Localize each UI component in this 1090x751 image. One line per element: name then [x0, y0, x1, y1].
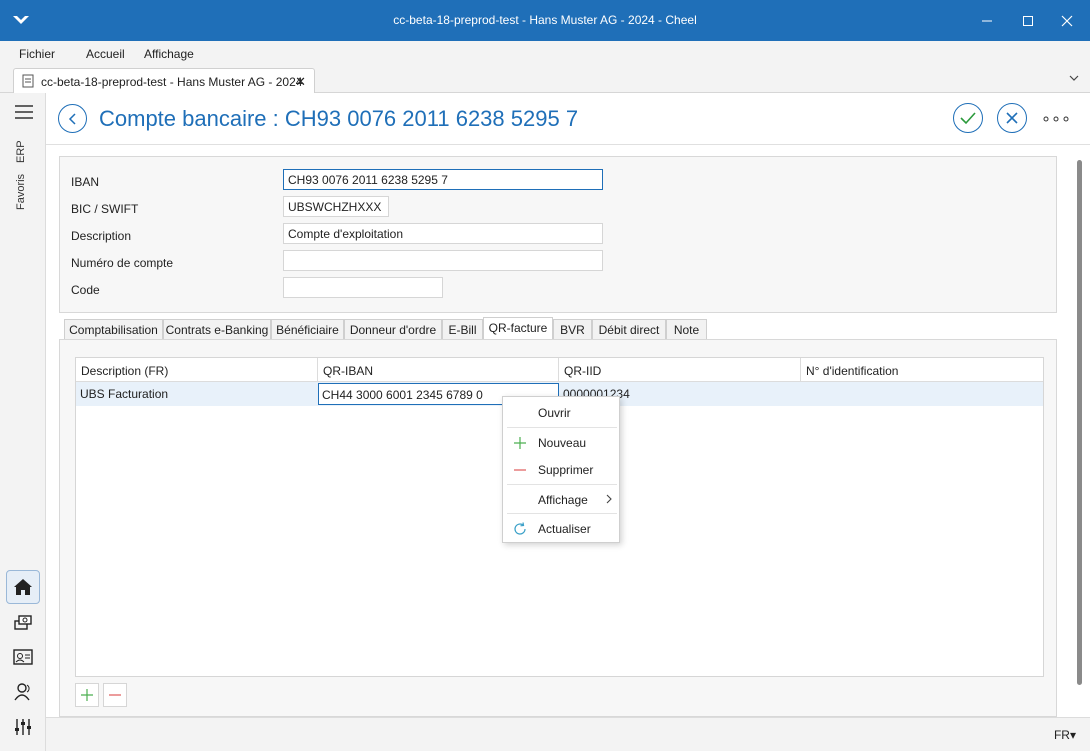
minus-icon [514, 469, 526, 471]
contact-card-icon [13, 649, 33, 665]
left-rail: ERP Favoris [0, 93, 46, 751]
menu-item-label: Supprimer [538, 463, 594, 477]
bic-swift-field[interactable]: UBSWCHZHXXX [283, 196, 389, 217]
bank-account-form: IBAN CH93 0076 2011 6238 5295 7 BIC / SW… [59, 156, 1057, 313]
grid-header: Description (FR) QR-IBAN QR-IID N° d'ide… [76, 358, 1043, 382]
money-icon [14, 615, 32, 630]
menu-item-label: Actualiser [538, 522, 591, 536]
tab-donneur-d-ordre[interactable]: Donneur d'ordre [344, 319, 442, 340]
column-header[interactable]: N° d'identification [801, 358, 1043, 382]
menu-fichier[interactable]: Fichier [19, 47, 55, 61]
menu-item-actualiser[interactable]: Actualiser [503, 514, 619, 542]
add-row-button[interactable] [75, 683, 99, 707]
description-field[interactable]: Compte d'exploitation [283, 223, 603, 244]
refresh-icon [514, 522, 526, 535]
home-icon [14, 579, 32, 595]
table-cell[interactable] [801, 382, 1043, 406]
close-icon [1061, 15, 1073, 26]
column-header[interactable]: Description (FR) [76, 358, 318, 382]
minus-icon [109, 694, 121, 696]
title-bar: cc-beta-18-preprod-test - Hans Muster AG… [0, 0, 1090, 41]
column-header[interactable]: QR-IBAN [318, 358, 559, 382]
description-label: Description [71, 229, 132, 243]
finance-button[interactable] [6, 605, 40, 639]
status-bar: FR▾ [46, 717, 1090, 751]
chevron-down-icon[interactable] [1068, 72, 1080, 84]
tab-comptabilisation[interactable]: Comptabilisation [64, 319, 163, 340]
table-cell[interactable]: UBS Facturation [76, 382, 318, 406]
window-title: cc-beta-18-preprod-test - Hans Muster AG… [393, 13, 697, 27]
tab-bvr[interactable]: BVR [553, 319, 592, 340]
menu-item-nouveau[interactable]: Nouveau [503, 428, 619, 456]
tab-note[interactable]: Note [666, 319, 707, 340]
users-icon [14, 683, 30, 701]
plus-icon [81, 689, 93, 701]
account-number-label: Numéro de compte [71, 256, 174, 270]
tab-qr-facture[interactable]: QR-facture [483, 317, 553, 341]
document-tab[interactable]: cc-beta-18-preprod-test - Hans Muster AG… [13, 68, 315, 93]
language-label: FR [1053, 728, 1070, 742]
settings-sliders-icon [15, 719, 31, 735]
page-title: Compte bancaire : CH93 0076 2011 6238 52… [99, 106, 579, 131]
home-button[interactable] [6, 570, 40, 604]
hamburger-menu-icon[interactable] [15, 105, 33, 119]
iban-field[interactable]: CH93 0076 2011 6238 5295 7 [283, 169, 603, 190]
more-options-icon[interactable] [1042, 115, 1070, 123]
menu-affichage[interactable]: Affichage [144, 47, 194, 61]
tab-e-bill[interactable]: E-Bill [442, 319, 483, 340]
minimize-button[interactable] [964, 0, 1010, 41]
rail-label-favoris[interactable]: Favoris [15, 174, 27, 210]
document-tab-label: cc-beta-18-preprod-test - Hans Muster AG… [41, 75, 303, 89]
maximize-icon [1023, 15, 1033, 26]
users-button[interactable] [6, 675, 40, 709]
page-header: Compte bancaire : CH93 0076 2011 6238 52… [46, 93, 1090, 145]
code-field[interactable] [283, 277, 443, 298]
settings-button[interactable] [6, 710, 40, 744]
tab-contrats-e-banking[interactable]: Contrats e-Banking [163, 319, 271, 340]
chevron-left-icon [68, 112, 76, 125]
back-button[interactable] [58, 104, 87, 133]
close-icon [1006, 112, 1018, 124]
tab-beneficiaire[interactable]: Bénéficiaire [271, 319, 344, 340]
context-menu: Ouvrir Nouveau Supprimer Affichage Actua… [502, 396, 620, 543]
save-button[interactable] [953, 103, 983, 133]
checkmark-icon [960, 112, 976, 125]
vertical-scrollbar[interactable] [1077, 160, 1082, 685]
menu-item-label: Nouveau [538, 436, 587, 450]
iban-label: IBAN [71, 175, 100, 189]
minimize-icon [982, 20, 992, 21]
menu-item-affichage[interactable]: Affichage [503, 485, 619, 513]
close-tab-icon[interactable]: ✕ [295, 74, 306, 90]
column-header[interactable]: QR-IID [559, 358, 801, 382]
account-number-field[interactable] [283, 250, 603, 271]
cancel-button[interactable] [997, 103, 1027, 133]
bic-swift-label: BIC / SWIFT [71, 202, 139, 216]
menu-item-label: Ouvrir [538, 406, 571, 420]
delete-row-button[interactable] [103, 683, 127, 707]
contacts-button[interactable] [6, 640, 40, 674]
menu-item-supprimer[interactable]: Supprimer [503, 455, 619, 483]
document-icon [22, 74, 34, 88]
plus-icon [514, 437, 526, 449]
close-window-button[interactable] [1044, 0, 1090, 41]
language-selector[interactable]: FR▾ [1054, 728, 1076, 742]
code-label: Code [71, 283, 100, 297]
tab-debit-direct[interactable]: Débit direct [592, 319, 666, 340]
menu-bar: Fichier Accueil Affichage [0, 41, 1090, 67]
menu-item-ouvrir[interactable]: Ouvrir [503, 398, 619, 426]
menu-item-label: Affichage [538, 493, 588, 507]
menu-accueil[interactable]: Accueil [86, 47, 125, 61]
document-tab-bar: cc-beta-18-preprod-test - Hans Muster AG… [0, 67, 1090, 93]
chevron-right-icon [606, 494, 612, 504]
rail-label-erp[interactable]: ERP [15, 140, 27, 163]
